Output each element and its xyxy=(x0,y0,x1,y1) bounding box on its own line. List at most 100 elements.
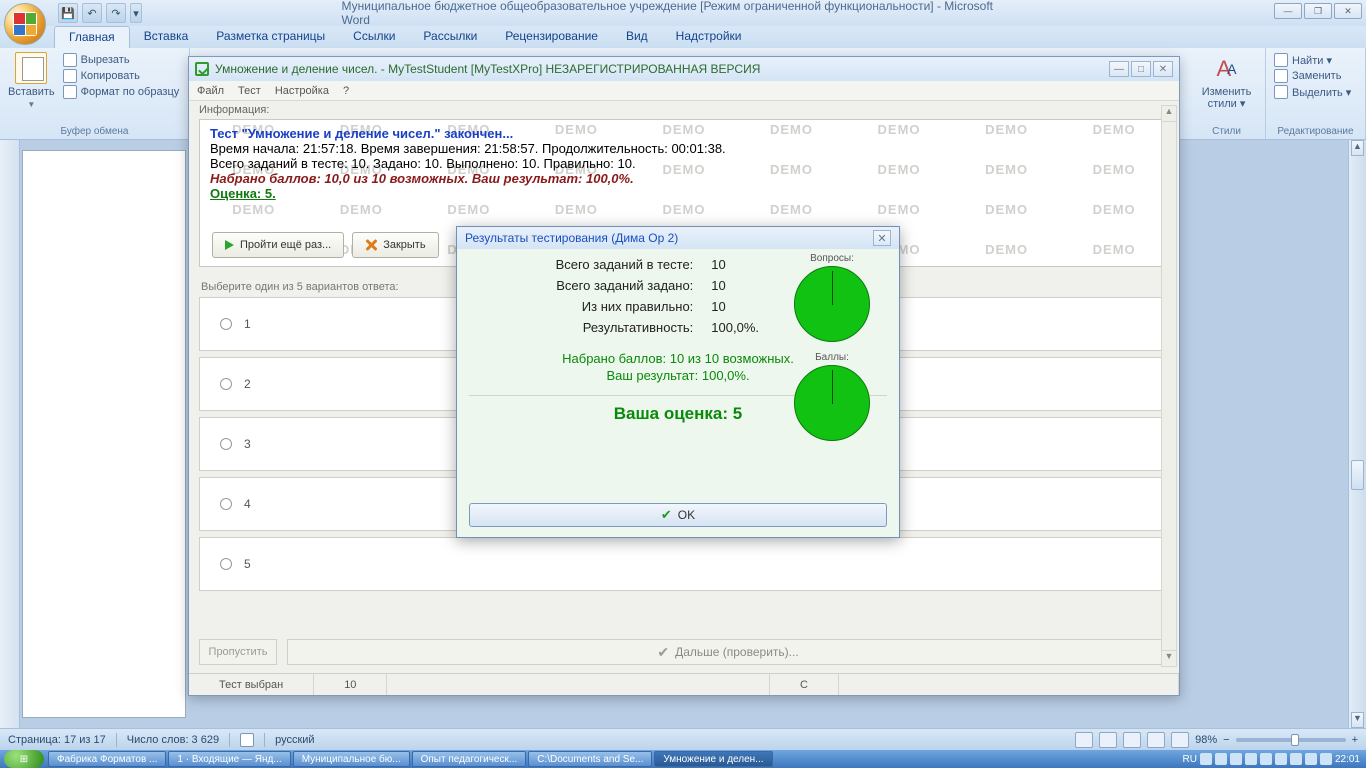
tray-icon[interactable] xyxy=(1260,753,1272,765)
taskbar-item-3[interactable]: Муниципальное бю... xyxy=(293,751,410,767)
word-titlebar: 💾 ↶ ↷ ▾ Муниципальное бюджетное общеобра… xyxy=(0,0,1366,26)
pie-points-chart xyxy=(794,365,870,441)
dialog-titlebar[interactable]: Результаты тестирования (Дима Ор 2) ✕ xyxy=(457,227,899,249)
skip-button[interactable]: Пропустить xyxy=(199,639,277,665)
answer-option[interactable]: 5 xyxy=(199,537,1169,591)
view-full-screen[interactable] xyxy=(1099,732,1117,748)
stat-value: 10 xyxy=(711,278,759,293)
zoom-slider[interactable] xyxy=(1236,738,1346,742)
check-button[interactable]: ✔Дальше (проверить)... xyxy=(287,639,1169,665)
info-label: Информация: xyxy=(189,101,1179,119)
tray-icon[interactable] xyxy=(1275,753,1287,765)
results-dialog: Результаты тестирования (Дима Ор 2) ✕ Вс… xyxy=(456,226,900,538)
status-question-num: 10 xyxy=(314,674,387,695)
view-print-layout[interactable] xyxy=(1075,732,1093,748)
spelling-icon[interactable] xyxy=(240,733,254,747)
zoom-out[interactable]: − xyxy=(1223,734,1229,746)
word-restore-button[interactable]: ❐ xyxy=(1304,3,1332,19)
taskbar-item-6[interactable]: Умножение и делен... xyxy=(654,751,772,767)
scroll-up-arrow[interactable]: ▲ xyxy=(1162,106,1176,122)
check-icon: ✔ xyxy=(657,644,669,661)
mytest-statusbar: Тест выбран 10 С xyxy=(189,673,1179,695)
mytest-menubar: Файл Тест Настройка ? xyxy=(189,81,1179,101)
tab-references[interactable]: Ссылки xyxy=(339,26,409,48)
pie-points-label: Баллы: xyxy=(777,352,887,363)
taskbar-item-4[interactable]: Опыт педагогическ... xyxy=(412,751,527,767)
find-button[interactable]: Найти ▾ xyxy=(1274,52,1357,68)
office-orb[interactable] xyxy=(4,3,46,45)
tray-icon[interactable] xyxy=(1305,753,1317,765)
word-minimize-button[interactable]: — xyxy=(1274,3,1302,19)
mytest-maximize-button[interactable]: □ xyxy=(1131,61,1151,77)
tray-clock[interactable]: 22:01 xyxy=(1335,754,1360,765)
tray-icon[interactable] xyxy=(1245,753,1257,765)
taskbar-item-5[interactable]: C:\Documents and Se... xyxy=(528,751,652,767)
view-web-layout[interactable] xyxy=(1123,732,1141,748)
tray-icon[interactable] xyxy=(1290,753,1302,765)
radio-icon xyxy=(220,318,232,330)
stat-value: 10 xyxy=(711,299,759,314)
zoom-in[interactable]: + xyxy=(1352,734,1358,746)
tray-icon[interactable] xyxy=(1200,753,1212,765)
word-close-button[interactable]: ✕ xyxy=(1334,3,1362,19)
copy-button[interactable]: Копировать xyxy=(63,68,180,84)
status-language[interactable]: русский xyxy=(275,734,314,746)
tab-view[interactable]: Вид xyxy=(612,26,662,48)
status-words[interactable]: Число слов: 3 629 xyxy=(127,734,219,746)
menu-settings[interactable]: Настройка xyxy=(275,85,329,97)
change-styles-button[interactable]: AA Изменить стили ▾ xyxy=(1196,52,1257,110)
taskbar-item-2[interactable]: 1 · Входящие — Янд... xyxy=(168,751,290,767)
view-draft[interactable] xyxy=(1171,732,1189,748)
scroll-up-arrow[interactable]: ▲ xyxy=(1351,140,1364,156)
tray-icon[interactable] xyxy=(1230,753,1242,765)
mytest-close-button[interactable]: ✕ xyxy=(1153,61,1173,77)
tray-icon[interactable] xyxy=(1320,753,1332,765)
find-icon xyxy=(1274,53,1288,67)
status-mode: С xyxy=(770,674,839,695)
replace-button[interactable]: Заменить xyxy=(1274,68,1357,84)
x-icon xyxy=(365,239,377,251)
paste-button[interactable]: Вставить ▼ xyxy=(8,52,55,109)
cut-button[interactable]: Вырезать xyxy=(63,52,180,68)
ok-button[interactable]: ✔OK xyxy=(469,503,887,527)
tab-layout[interactable]: Разметка страницы xyxy=(202,26,339,48)
qat-undo-icon[interactable]: ↶ xyxy=(82,3,102,23)
status-test-selected: Тест выбран xyxy=(189,674,314,695)
dialog-title-text: Результаты тестирования (Дима Ор 2) xyxy=(465,231,678,245)
copy-icon xyxy=(63,69,77,83)
taskbar-item-1[interactable]: Фабрика Форматов ... xyxy=(48,751,166,767)
format-painter-button[interactable]: Формат по образцу xyxy=(63,84,180,100)
menu-help[interactable]: ? xyxy=(343,85,349,97)
tab-addins[interactable]: Надстройки xyxy=(662,26,756,48)
mytest-scrollbar[interactable]: ▲ ▼ xyxy=(1161,105,1177,667)
replace-icon xyxy=(1274,69,1288,83)
retry-button[interactable]: Пройти ещё раз... xyxy=(212,232,344,258)
vertical-scrollbar[interactable]: ▲ ▼ xyxy=(1348,140,1366,728)
tab-review[interactable]: Рецензирование xyxy=(491,26,612,48)
tab-home[interactable]: Главная xyxy=(54,26,130,48)
mytest-titlebar[interactable]: Умножение и деление чисел. - MyTestStude… xyxy=(189,57,1179,81)
tab-insert[interactable]: Вставка xyxy=(130,26,203,48)
mytest-minimize-button[interactable]: — xyxy=(1109,61,1129,77)
qat-redo-icon[interactable]: ↷ xyxy=(106,3,126,23)
radio-icon xyxy=(220,498,232,510)
scroll-down-arrow[interactable]: ▼ xyxy=(1162,650,1176,666)
start-button[interactable]: ⊞ xyxy=(4,750,44,768)
tab-mailings[interactable]: Рассылки xyxy=(409,26,491,48)
scroll-down-arrow[interactable]: ▼ xyxy=(1351,712,1364,728)
tray-lang[interactable]: RU xyxy=(1183,754,1197,765)
qat-more-icon[interactable]: ▾ xyxy=(130,3,142,23)
select-button[interactable]: Выделить ▾ xyxy=(1274,84,1357,100)
status-page[interactable]: Страница: 17 из 17 xyxy=(8,734,106,746)
tray-icon[interactable] xyxy=(1215,753,1227,765)
menu-test[interactable]: Тест xyxy=(238,85,261,97)
zoom-percent[interactable]: 98% xyxy=(1195,734,1217,746)
scroll-thumb[interactable] xyxy=(1351,460,1364,490)
menu-file[interactable]: Файл xyxy=(197,85,224,97)
view-outline[interactable] xyxy=(1147,732,1165,748)
dialog-close-button[interactable]: ✕ xyxy=(873,230,891,246)
close-test-button[interactable]: Закрыть xyxy=(352,232,438,258)
ribbon-tabs: Главная Вставка Разметка страницы Ссылки… xyxy=(0,26,1366,48)
radio-icon xyxy=(220,438,232,450)
qat-save-icon[interactable]: 💾 xyxy=(58,3,78,23)
